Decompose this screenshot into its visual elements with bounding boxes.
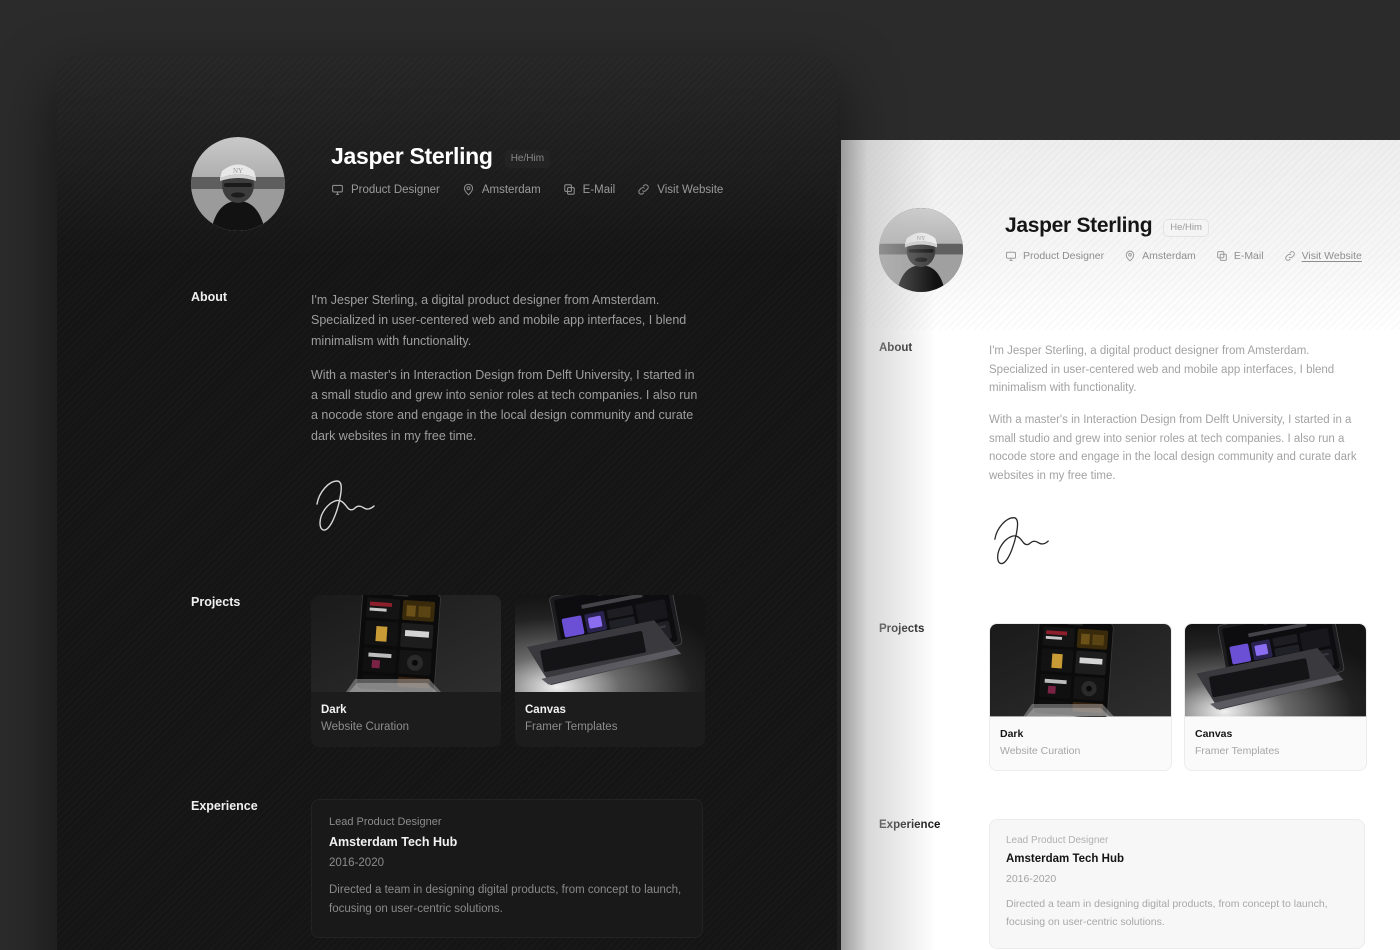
project-subtitle: Website Curation [321,720,409,733]
meta-label-role: Product Designer [351,183,440,196]
project-subtitle: Framer Templates [1195,745,1280,758]
meta-item-role: Product Designer [331,183,440,196]
experience-section: Experience Lead Product Designer Amsterd… [191,798,757,950]
meta-label-website: Visit Website [1301,250,1362,262]
experience-years: 2016-2020 [329,856,384,869]
avatar[interactable]: NY [191,137,285,231]
about-section: About I'm Jesper Sterling, a digital pro… [191,290,757,538]
projects-grid: Dark Website Curation Canvas Framer Temp… [311,594,757,747]
monitor-icon [331,183,344,196]
laptop-mockup-thumbnail-icon [1185,624,1366,717]
projects-section: Projects Dark Website Curation Canvas Fr… [879,623,1367,772]
dark-theme-profile-panel: NY Jasper Sterling He/Him Product Design… [57,57,837,950]
projects-section-label: Projects [191,594,241,609]
experience-section: Experience Lead Product Designer Amsterd… [879,819,1365,950]
projects-section: Projects Dark Website Curation Canvas Fr… [191,594,757,747]
project-card[interactable]: Dark Website Curation [989,623,1172,772]
about-section-label: About [191,290,228,304]
about-section: About I'm Jesper Sterling, a digital pro… [879,342,1365,571]
projects-grid: Dark Website Curation Canvas Framer Temp… [989,623,1367,772]
about-paragraph: With a master's in Interaction Design fr… [989,413,1357,482]
profile-header: NY Jasper Sterling He/Him Product Design… [879,208,1365,292]
experience-role: Lead Product Designer [1006,835,1109,847]
experience-description: Directed a team in designing digital pro… [1006,898,1328,928]
project-card[interactable]: Dark Website Curation [311,594,501,747]
location-pin-icon [1124,250,1136,262]
project-card[interactable]: Canvas Framer Templates [515,594,705,747]
link-icon [637,183,650,196]
project-subtitle: Website Curation [1000,745,1081,758]
project-title: Dark [1000,728,1024,741]
tablet-mockup-thumbnail-icon [990,624,1171,717]
project-title: Canvas [1195,728,1233,741]
page-title: Jasper Sterling [331,143,493,169]
tablet-mockup-thumbnail-icon [311,594,501,692]
about-paragraph: I'm Jesper Sterling, a digital product d… [311,293,687,348]
meta-item-email[interactable]: E-Mail [1216,250,1264,262]
meta-label-website: Visit Website [657,183,724,196]
copy-icon [1216,250,1228,262]
about-paragraph: With a master's in Interaction Design fr… [311,367,698,443]
experience-section-label: Experience [191,798,258,813]
project-title: Dark [321,703,347,716]
page-title: Jasper Sterling [1005,214,1153,237]
monitor-icon [1005,250,1017,262]
location-pin-icon [462,183,475,196]
meta-label-location: Amsterdam [481,183,541,196]
experience-company: Amsterdam Tech Hub [329,834,458,849]
signature-mark-icon [989,513,1365,571]
meta-label-location: Amsterdam [1142,250,1196,262]
experience-role: Lead Product Designer [329,815,442,828]
meta-item-role: Product Designer [1005,250,1104,262]
meta-item-website[interactable]: Visit Website [1284,250,1362,262]
name-row: Jasper Sterling He/Him [331,143,723,170]
signature-mark-icon [311,476,703,538]
light-theme-profile-panel: NY Jasper Sterling He/Him Product Design… [841,140,1400,950]
meta-item-website[interactable]: Visit Website [637,183,723,196]
project-subtitle: Framer Templates [525,720,618,733]
name-row: Jasper Sterling He/Him [1005,214,1362,238]
copy-icon [563,183,576,196]
meta-label-email: E-Mail [1233,250,1264,262]
experience-card: Lead Product Designer Amsterdam Tech Hub… [311,798,703,938]
about-section-label: About [879,342,913,354]
screenshot-canvas: NY Jasper Sterling He/Him Product Design… [0,0,1400,950]
link-icon [1284,250,1296,262]
project-title: Canvas [525,703,566,716]
meta-item-location: Amsterdam [1124,250,1196,262]
project-card[interactable]: Canvas Framer Templates [1184,623,1367,772]
profile-meta-row: Product Designer Amsterdam E-Mail Visit … [331,183,723,196]
experience-description: Directed a team in designing digital pro… [329,883,682,915]
pronouns-badge: He/Him [504,149,551,168]
projects-section-label: Projects [879,623,925,636]
avatar[interactable]: NY [879,208,963,292]
profile-header: NY Jasper Sterling He/Him Product Design… [191,137,757,231]
portrait-photo-icon: NY [191,137,285,231]
experience-company: Amsterdam Tech Hub [1006,853,1125,866]
portrait-photo-icon: NY [879,208,963,292]
svg-text:NY: NY [233,167,243,175]
experience-card: Lead Product Designer Amsterdam Tech Hub… [989,819,1365,949]
about-paragraph: I'm Jesper Sterling, a digital product d… [989,345,1335,395]
profile-meta-row: Product Designer Amsterdam E-Mail Visit … [1005,250,1362,262]
pronouns-badge: He/Him [1163,219,1209,237]
laptop-mockup-thumbnail-icon [515,594,705,692]
meta-item-email[interactable]: E-Mail [563,183,616,196]
experience-years: 2016-2020 [1006,873,1057,886]
meta-label-email: E-Mail [582,183,616,196]
svg-text:NY: NY [916,235,926,242]
meta-label-role: Product Designer [1023,250,1105,262]
meta-item-location: Amsterdam [462,183,541,196]
experience-section-label: Experience [879,819,941,832]
